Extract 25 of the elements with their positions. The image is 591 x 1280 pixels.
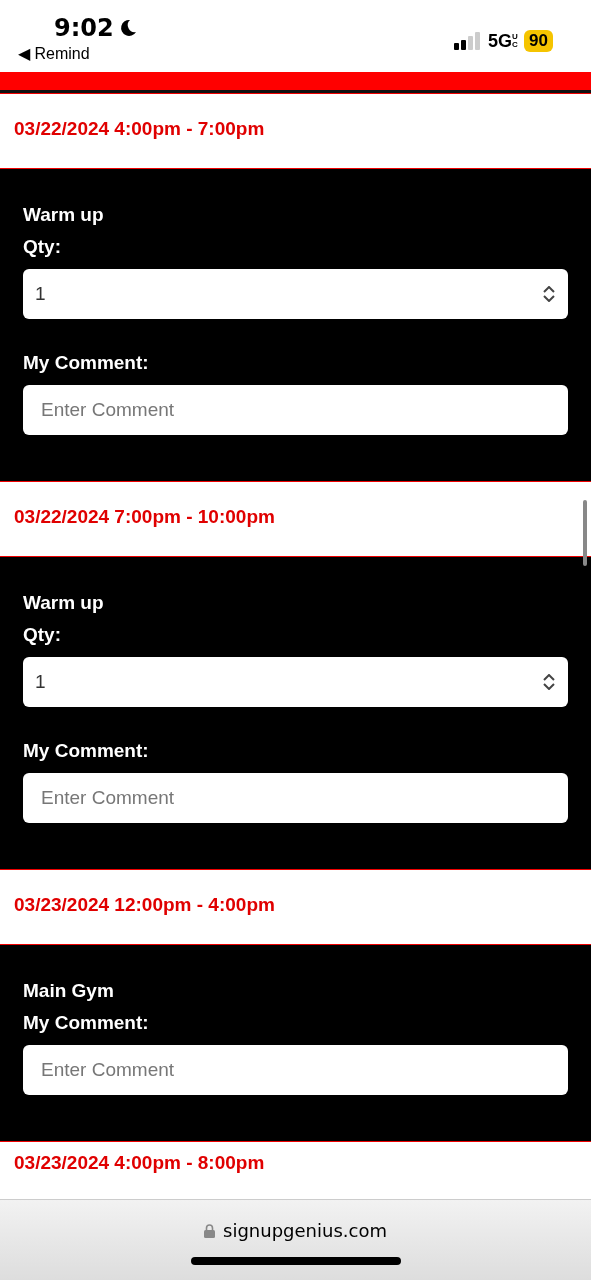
field-label: Qty: (23, 235, 62, 259)
comment-field[interactable]: Enter Comment (23, 385, 568, 435)
item-name: Main Gym (23, 979, 115, 1003)
field-label: Qty: (23, 623, 62, 647)
quantity-select[interactable]: 1 (23, 269, 568, 319)
chevron-icon (542, 674, 556, 690)
item-name: Warm up (23, 591, 105, 615)
slot-date: 03/22/2024 4:00pm - 7:00pm (0, 93, 591, 169)
back-link[interactable]: ◀ Remind (18, 44, 138, 63)
field-label: My Comment: (23, 351, 150, 375)
slot-date: 03/23/2024 12:00pm - 4:00pm (0, 869, 591, 945)
item-name: Warm up (23, 203, 105, 227)
clock-time: 9:02 (54, 14, 114, 42)
field-label: My Comment: (23, 1011, 150, 1035)
comment-field[interactable]: Enter Comment (23, 1045, 568, 1095)
field-label: My Comment: (23, 739, 150, 763)
comment-field[interactable]: Enter Comment (23, 773, 568, 823)
scrollbar (583, 500, 587, 566)
chevron-icon (542, 286, 556, 302)
signal-icon (454, 32, 483, 50)
quantity-select[interactable]: 1 (23, 657, 568, 707)
url-text[interactable]: signupgenius.com (223, 1220, 387, 1241)
slot-date: 03/22/2024 7:00pm - 10:00pm (0, 481, 591, 557)
battery-level: 90 (524, 30, 553, 52)
lock-icon (204, 1223, 216, 1238)
